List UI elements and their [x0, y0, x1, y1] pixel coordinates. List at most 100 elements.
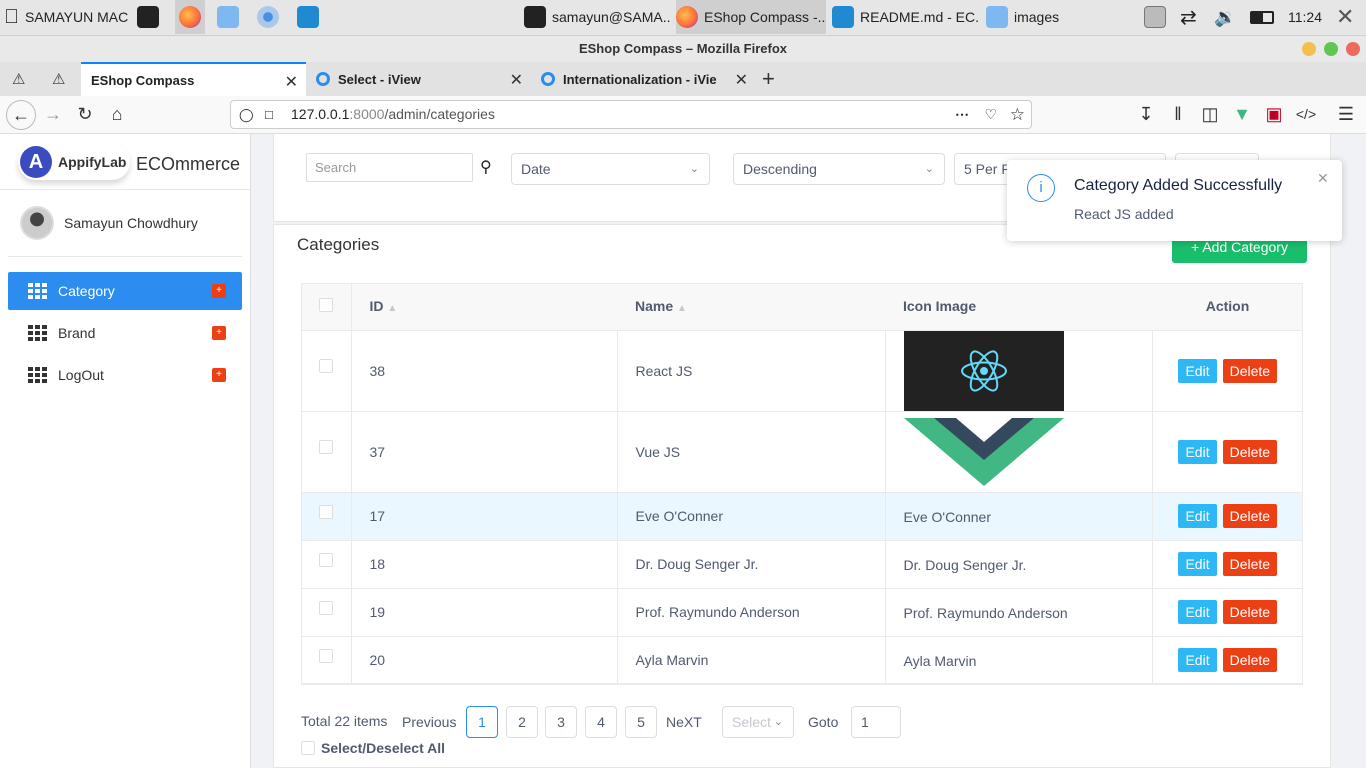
apple-menu[interactable]:  SAMAYUN MAC	[4, 0, 128, 34]
goto-input[interactable]: 1	[851, 706, 901, 738]
minimize-button[interactable]	[1302, 42, 1316, 56]
column-header-name[interactable]: Name ▲	[617, 283, 885, 331]
row-checkbox[interactable]	[318, 552, 333, 567]
taskbar-window-terminal[interactable]: samayun@SAMA...	[524, 0, 670, 34]
row-checkbox[interactable]	[318, 504, 333, 519]
table-row[interactable]: 18 Dr. Doug Senger Jr. Dr. Doug Senger J…	[301, 540, 1303, 589]
sort-icon[interactable]: ▲	[387, 303, 397, 314]
page-actions-icon[interactable]: ⋯	[955, 101, 969, 128]
tab-bar: ⚠ ⚠ EShop Compass ✕ Select - iView ✕ Int…	[0, 62, 1366, 96]
pocket-icon[interactable]: ♡	[984, 101, 997, 128]
menu-icon[interactable]: ☰	[1334, 102, 1358, 126]
search-icon[interactable]: ⚲	[480, 157, 492, 177]
row-checkbox[interactable]	[318, 358, 333, 373]
select-all-checkbox[interactable]	[301, 741, 315, 755]
sidebar-item-category[interactable]: Category +	[8, 272, 242, 310]
clock[interactable]: 11:24	[1288, 0, 1328, 34]
row-checkbox[interactable]	[318, 600, 333, 615]
avatar[interactable]	[20, 206, 54, 240]
brand-logo[interactable]: A AppifyLab	[18, 144, 130, 180]
tab-eshop-compass[interactable]: EShop Compass ✕	[81, 62, 306, 96]
library-icon[interactable]: ‖	[1166, 102, 1190, 126]
edit-button[interactable]: Edit	[1178, 552, 1217, 576]
warning-icon[interactable]: ⚠	[52, 70, 65, 88]
delete-button[interactable]: Delete	[1222, 504, 1278, 528]
total-items: Total 22 items	[301, 713, 388, 729]
home-button[interactable]: ⌂	[105, 102, 129, 126]
files-launcher[interactable]	[217, 0, 241, 34]
sidebar-item-logout[interactable]: LogOut +	[8, 356, 242, 394]
row-checkbox[interactable]	[318, 439, 333, 454]
close-tab-icon[interactable]: ✕	[285, 72, 298, 92]
edit-button[interactable]: Edit	[1178, 648, 1217, 672]
shield-icon[interactable]: ◯	[239, 101, 254, 128]
sort-icon[interactable]: ▲	[677, 303, 687, 314]
tab-internationalization[interactable]: Internationalization - iVie ✕	[531, 62, 756, 96]
network-icon[interactable]: ⇄	[1180, 0, 1206, 34]
firefox-launcher[interactable]	[175, 0, 205, 34]
header-checkbox[interactable]	[318, 297, 333, 312]
downloads-icon[interactable]: ↧	[1134, 102, 1158, 126]
disk-icon[interactable]	[1144, 0, 1168, 34]
page-1-button[interactable]: 1	[466, 706, 498, 738]
taskbar-window-vscode[interactable]: README.md - EC...	[832, 0, 980, 34]
taskbar-window-files[interactable]: images	[986, 0, 1076, 34]
edit-button[interactable]: Edit	[1178, 504, 1217, 528]
delete-button[interactable]: Delete	[1222, 600, 1278, 624]
vscode-launcher[interactable]	[297, 0, 321, 34]
next-button[interactable]: NeXT	[666, 714, 702, 730]
power-icon[interactable]: ✕	[1336, 0, 1360, 34]
battery-icon[interactable]	[1250, 0, 1278, 34]
table-row[interactable]: 38 React JS Edit Delete	[301, 330, 1303, 412]
taskbar-window-firefox[interactable]: EShop Compass -...	[676, 0, 826, 34]
back-button[interactable]: ←	[6, 100, 36, 130]
devtools-icon[interactable]: </>	[1294, 102, 1318, 126]
edit-button[interactable]: Edit	[1178, 358, 1217, 383]
close-icon[interactable]: ✕	[1317, 170, 1329, 187]
delete-button[interactable]: Delete	[1222, 439, 1278, 464]
page-2-button[interactable]: 2	[506, 706, 538, 738]
page-info-icon[interactable]: □	[265, 101, 273, 128]
maximize-button[interactable]	[1324, 42, 1338, 56]
page-3-button[interactable]: 3	[545, 706, 577, 738]
bookmark-star-icon[interactable]: ☆	[1010, 101, 1025, 128]
warning-icon[interactable]: ⚠	[12, 70, 25, 88]
sidebar-toggle-icon[interactable]: ◫	[1198, 102, 1222, 126]
table-row[interactable]: 20 Ayla Marvin Ayla Marvin Edit Delete	[301, 636, 1303, 685]
table-row[interactable]: 17 Eve O'Conner Eve O'Conner Edit Delete	[301, 492, 1303, 541]
new-tab-button[interactable]: +	[762, 66, 775, 92]
previous-button[interactable]: Previous	[402, 714, 456, 730]
delete-button[interactable]: Delete	[1222, 358, 1278, 383]
close-tab-icon[interactable]: ✕	[735, 70, 748, 90]
edit-button[interactable]: Edit	[1178, 600, 1217, 624]
sidebar-item-brand[interactable]: Brand +	[8, 314, 242, 352]
taskbar-window-label: samayun@SAMA...	[552, 9, 670, 25]
order-select[interactable]: Descending ⌄	[733, 153, 945, 185]
vue-devtools-icon[interactable]: ▼	[1230, 102, 1254, 126]
reload-button[interactable]: ↻	[73, 102, 97, 126]
page-5-button[interactable]: 5	[625, 706, 657, 738]
chromium-launcher[interactable]	[257, 0, 281, 34]
success-notification: i Category Added Successfully React JS a…	[1007, 160, 1342, 241]
page-size-select[interactable]: Select ⌄	[722, 706, 794, 738]
terminal-launcher[interactable]	[137, 0, 161, 34]
table-row[interactable]: 37 Vue JS Edit Delete	[301, 411, 1303, 493]
delete-button[interactable]: Delete	[1222, 552, 1278, 576]
cell-name: Prof. Raymundo Anderson	[617, 588, 886, 637]
row-checkbox[interactable]	[318, 648, 333, 663]
extension-icon[interactable]: ▣	[1262, 102, 1286, 126]
forward-button[interactable]: →	[41, 102, 65, 126]
volume-icon[interactable]: 🔉	[1214, 0, 1240, 34]
select-all-label[interactable]: Select/Deselect All	[321, 740, 445, 756]
delete-button[interactable]: Delete	[1222, 648, 1278, 672]
search-input[interactable]: Search	[306, 153, 473, 182]
tab-select-iview[interactable]: Select - iView ✕	[306, 62, 531, 96]
edit-button[interactable]: Edit	[1178, 439, 1217, 464]
sort-by-select[interactable]: Date ⌄	[511, 153, 710, 185]
url-bar[interactable]: ◯ □ 127.0.0.1:8000/admin/categories ⋯ ♡ …	[230, 100, 1032, 129]
table-row[interactable]: 19 Prof. Raymundo Anderson Prof. Raymund…	[301, 588, 1303, 637]
page-4-button[interactable]: 4	[585, 706, 617, 738]
close-window-button[interactable]	[1346, 42, 1360, 56]
column-header-id[interactable]: ID ▲	[351, 283, 617, 331]
close-tab-icon[interactable]: ✕	[510, 70, 523, 90]
